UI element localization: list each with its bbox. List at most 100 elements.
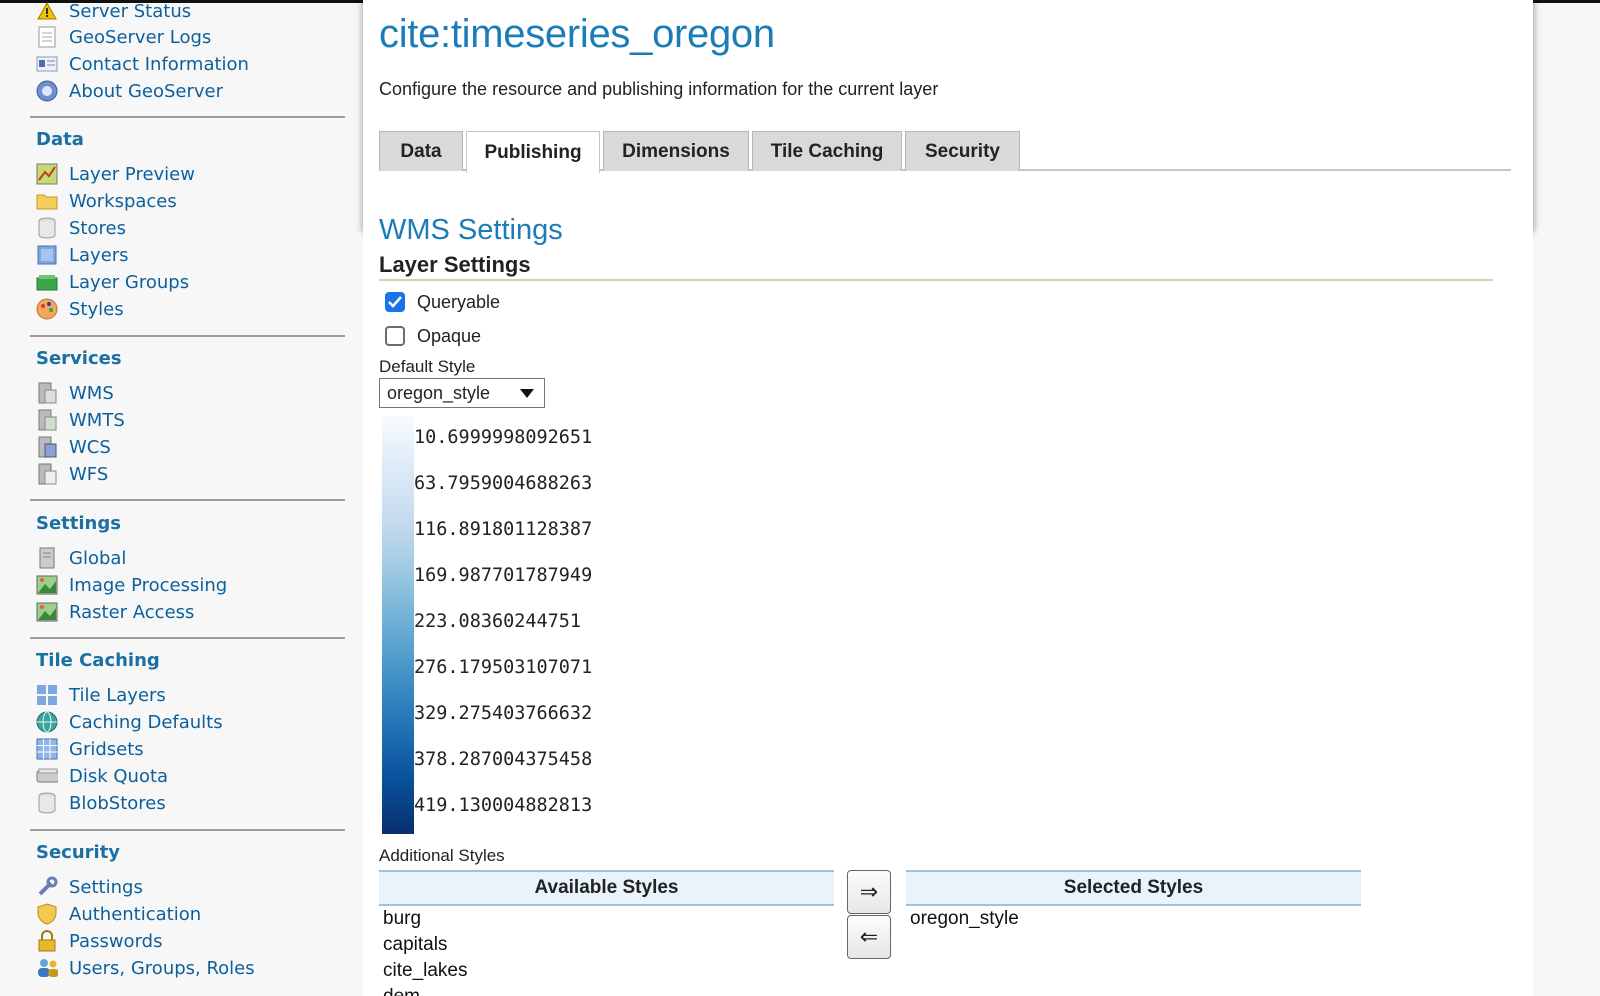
nav-label: WCS — [69, 436, 111, 458]
arrow-left-icon: ⇐ — [859, 924, 879, 950]
layer-group-icon — [36, 271, 58, 293]
nav-server-status[interactable]: Server Status — [36, 0, 191, 24]
available-style-item[interactable]: cite_lakes — [383, 960, 468, 982]
sidebar-divider — [30, 335, 345, 337]
nav-tile-layers[interactable]: Tile Layers — [36, 682, 166, 708]
nav-wfs[interactable]: WFS — [36, 461, 108, 487]
move-left-button[interactable]: ⇐ — [847, 915, 891, 959]
lock-icon — [36, 930, 58, 952]
nav-caching-defaults[interactable]: Caching Defaults — [36, 709, 223, 735]
nav-global[interactable]: Global — [36, 545, 126, 571]
legend-value: 419.130004882813 — [414, 795, 593, 816]
nav-workspaces[interactable]: Workspaces — [36, 188, 177, 214]
server-icon — [36, 382, 58, 404]
nav-label: Gridsets — [69, 738, 144, 760]
users-icon — [36, 957, 58, 979]
server-coverage-icon — [36, 436, 58, 458]
section-title-data: Data — [36, 129, 84, 150]
nav-passwords[interactable]: Passwords — [36, 928, 162, 954]
nav-security-settings[interactable]: Settings — [36, 874, 143, 900]
nav-gridsets[interactable]: Gridsets — [36, 736, 144, 762]
sidebar: Server Status GeoServer Logs Contact Inf… — [30, 0, 345, 996]
database-icon — [36, 792, 58, 814]
server-settings-icon — [36, 547, 58, 569]
tab-bar: Data Publishing Dimensions Tile Caching … — [379, 131, 1511, 173]
section-title-security: Security — [36, 842, 121, 863]
nav-label: Users, Groups, Roles — [69, 957, 255, 979]
nav-about-geoserver[interactable]: About GeoServer — [36, 78, 223, 104]
queryable-label: Queryable — [417, 291, 501, 312]
default-style-select[interactable]: oregon_style — [379, 378, 545, 408]
tab-data[interactable]: Data — [379, 131, 463, 171]
nav-geoserver-logs[interactable]: GeoServer Logs — [36, 24, 211, 50]
queryable-checkbox[interactable] — [385, 292, 405, 312]
nav-blobstores[interactable]: BlobStores — [36, 790, 166, 816]
nav-label: BlobStores — [69, 792, 166, 814]
tab-tile-caching[interactable]: Tile Caching — [752, 131, 902, 171]
palette-icon — [36, 298, 58, 320]
sidebar-divider — [30, 829, 345, 831]
nav-label: Caching Defaults — [69, 711, 223, 733]
wrench-icon — [36, 876, 58, 898]
style-legend: 10.6999998092651 63.7959004688263 116.89… — [382, 416, 622, 834]
wms-settings-heading: WMS Settings — [379, 214, 563, 246]
shield-icon — [36, 903, 58, 925]
folder-icon — [36, 190, 58, 212]
nav-wcs[interactable]: WCS — [36, 434, 111, 460]
nav-authentication[interactable]: Authentication — [36, 901, 201, 927]
nav-label: Contact Information — [69, 53, 249, 75]
nav-contact-information[interactable]: Contact Information — [36, 51, 249, 77]
nav-users-groups-roles[interactable]: Users, Groups, Roles — [36, 955, 255, 981]
legend-value: 10.6999998092651 — [414, 427, 593, 448]
page-description: Configure the resource and publishing in… — [379, 79, 939, 99]
nav-label: WMTS — [69, 409, 125, 431]
nav-label: Styles — [69, 298, 124, 320]
move-right-button[interactable]: ⇒ — [847, 870, 891, 914]
nav-label: Server Status — [69, 0, 192, 22]
nav-image-processing[interactable]: Image Processing — [36, 572, 227, 598]
nav-stores[interactable]: Stores — [36, 215, 126, 241]
nav-disk-quota[interactable]: Disk Quota — [36, 763, 168, 789]
color-ramp — [382, 416, 414, 834]
nav-wmts[interactable]: WMTS — [36, 407, 125, 433]
nav-label: Workspaces — [69, 190, 177, 212]
nav-label: Settings — [69, 876, 143, 898]
sidebar-divider — [30, 637, 345, 639]
nav-label: WFS — [69, 463, 109, 485]
nav-wms[interactable]: WMS — [36, 380, 114, 406]
available-style-item[interactable]: burg — [383, 908, 421, 930]
tab-security[interactable]: Security — [905, 131, 1020, 171]
nav-label: Authentication — [69, 903, 202, 925]
warning-icon — [36, 0, 58, 22]
selected-style-item[interactable]: oregon_style — [910, 908, 1019, 930]
tile-grid-icon — [36, 684, 58, 706]
available-style-item[interactable]: capitals — [383, 934, 447, 956]
layer-settings-heading: Layer Settings — [379, 252, 531, 277]
document-icon — [36, 26, 58, 48]
nav-label: WMS — [69, 382, 114, 404]
nav-raster-access[interactable]: Raster Access — [36, 599, 194, 625]
opaque-label: Opaque — [417, 325, 482, 346]
nav-label: Layers — [69, 244, 129, 266]
opaque-checkbox[interactable] — [385, 326, 405, 346]
additional-styles-label: Additional Styles — [379, 846, 505, 865]
queryable-row: Queryable — [385, 290, 500, 314]
nav-layer-groups[interactable]: Layer Groups — [36, 269, 189, 295]
section-title-settings: Settings — [36, 513, 121, 534]
nav-layer-preview[interactable]: Layer Preview — [36, 161, 195, 187]
layer-icon — [36, 244, 58, 266]
nav-label: Global — [69, 547, 127, 569]
nav-label: Raster Access — [69, 601, 195, 623]
nav-label: Disk Quota — [69, 765, 169, 787]
default-style-value: oregon_style — [387, 382, 491, 403]
nav-styles[interactable]: Styles — [36, 296, 124, 322]
contact-card-icon — [36, 53, 58, 75]
dropdown-arrow-icon — [520, 389, 534, 398]
section-title-tile-caching: Tile Caching — [36, 650, 160, 671]
legend-value: 169.987701787949 — [414, 565, 593, 586]
nav-layers[interactable]: Layers — [36, 242, 129, 268]
checkmark-icon — [388, 296, 402, 308]
available-style-item[interactable]: dem — [383, 986, 420, 996]
tab-dimensions[interactable]: Dimensions — [603, 131, 749, 171]
tab-publishing[interactable]: Publishing — [466, 131, 600, 173]
